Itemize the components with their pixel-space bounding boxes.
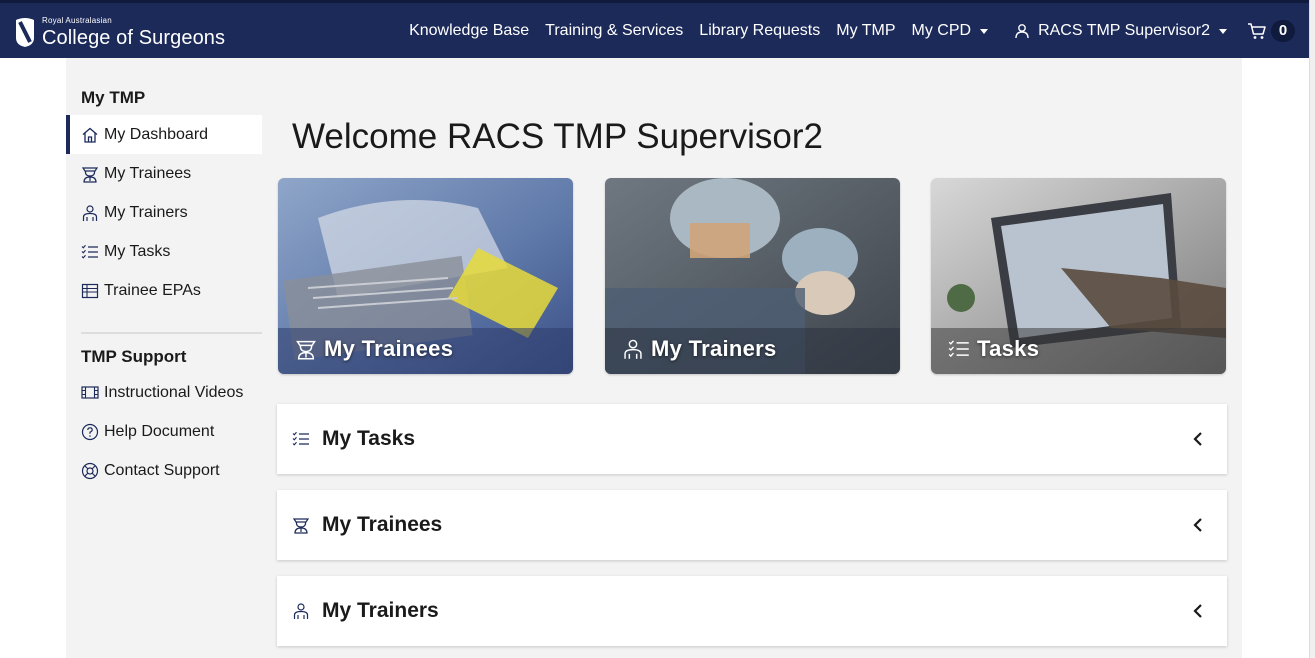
sidebar-item-label: Trainee EPAs [104, 281, 201, 299]
trainer-icon [622, 338, 644, 360]
sidebar-item-contact-support[interactable]: Contact Support [66, 451, 262, 490]
sidebar-item-my-tasks[interactable]: My Tasks [66, 232, 262, 271]
chevron-left-icon[interactable] [1191, 602, 1205, 620]
cart-button[interactable]: 0 [1247, 19, 1295, 42]
sidebar-item-help-document[interactable]: Help Document [66, 412, 262, 451]
sidebar-item-label: My Tasks [104, 242, 171, 260]
trainer-icon [292, 602, 310, 620]
nav-my-cpd-dropdown[interactable]: My CPD [904, 22, 997, 40]
film-icon [81, 384, 99, 402]
caret-down-icon [1219, 29, 1227, 34]
panel-my-trainers[interactable]: My Trainers [277, 576, 1227, 646]
card-label: My Trainees [295, 336, 453, 362]
sidebar-item-label: My Trainers [104, 203, 188, 221]
sidebar-item-trainee-epas[interactable]: Trainee EPAs [66, 271, 262, 310]
graduate-icon [81, 165, 99, 183]
racs-logo[interactable]: Royal Australasian College of Surgeons [14, 14, 225, 50]
panel-title: My Trainees [322, 513, 443, 536]
nav-my-cpd-label: My CPD [911, 21, 972, 39]
panel-my-trainees[interactable]: My Trainees [277, 490, 1227, 560]
sidebar-heading-tmp-support: TMP Support [81, 347, 187, 366]
nav-library-requests[interactable]: Library Requests [691, 22, 828, 40]
table-icon [81, 282, 99, 300]
user-icon [1014, 23, 1030, 39]
user-name: RACS TMP Supervisor2 [1038, 21, 1210, 39]
sidebar-item-my-trainees[interactable]: My Trainees [66, 154, 262, 193]
sidebar-item-my-dashboard[interactable]: My Dashboard [66, 115, 262, 154]
nav-my-tmp[interactable]: My TMP [828, 22, 903, 40]
page-title: Welcome RACS TMP Supervisor2 [292, 117, 824, 156]
chevron-left-icon[interactable] [1191, 430, 1205, 448]
card-label: Tasks [948, 336, 1039, 362]
task-list-icon [948, 338, 970, 360]
card-label-text: My Trainers [651, 336, 777, 361]
sidebar-item-label: Instructional Videos [104, 383, 244, 401]
card-label-text: My Trainees [324, 336, 454, 361]
task-list-icon [292, 430, 310, 448]
logo-big-text: College of Surgeons [42, 26, 226, 49]
sidebar-item-label: My Trainees [104, 164, 192, 182]
home-icon [81, 126, 99, 144]
panel-title: My Tasks [322, 427, 415, 450]
panel-title: My Trainers [322, 599, 439, 622]
sidebar-item-my-trainers[interactable]: My Trainers [66, 193, 262, 232]
nav-training-services[interactable]: Training & Services [537, 22, 691, 40]
logo-small-text: Royal Australasian [42, 15, 112, 25]
page-scrollbar[interactable] [1309, 0, 1315, 658]
card-label: My Trainers [622, 336, 777, 362]
sidebar: My TMP My Dashboard My Trainees My Train… [66, 58, 262, 490]
sidebar-divider [81, 332, 262, 334]
sidebar-item-label: My Dashboard [104, 125, 209, 143]
cart-icon [1248, 22, 1266, 39]
top-navbar: Royal Australasian College of Surgeons K… [0, 0, 1309, 58]
sidebar-item-label: Contact Support [104, 461, 220, 479]
sidebar-item-instructional-videos[interactable]: Instructional Videos [66, 373, 262, 412]
chevron-left-icon[interactable] [1191, 516, 1205, 534]
headset-icon [81, 462, 99, 480]
card-my-trainees[interactable]: My Trainees [278, 178, 573, 374]
nav-knowledge-base[interactable]: Knowledge Base [401, 22, 537, 40]
cart-count-badge: 0 [1271, 19, 1295, 42]
panel-my-tasks[interactable]: My Tasks [277, 404, 1227, 474]
user-menu-dropdown[interactable]: RACS TMP Supervisor2 [1006, 22, 1235, 40]
help-icon [81, 423, 99, 441]
task-list-icon [81, 243, 99, 261]
page-container: My TMP My Dashboard My Trainees My Train… [66, 58, 1242, 658]
graduate-icon [292, 516, 310, 534]
caret-down-icon [980, 29, 989, 34]
trainer-icon [81, 204, 99, 222]
sidebar-heading-my-tmp: My TMP [81, 88, 146, 107]
sidebar-item-label: Help Document [104, 422, 215, 440]
card-label-text: Tasks [977, 336, 1040, 361]
logo-mark-icon [16, 18, 34, 47]
card-my-trainers[interactable]: My Trainers [605, 178, 900, 374]
card-tasks[interactable]: Tasks [931, 178, 1226, 374]
graduate-icon [295, 338, 317, 360]
